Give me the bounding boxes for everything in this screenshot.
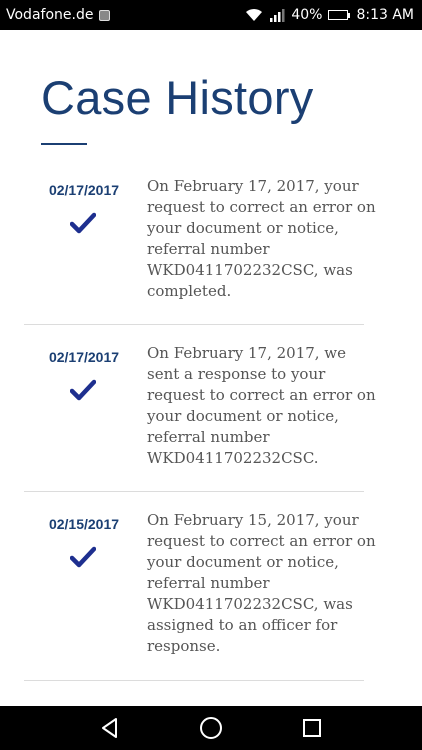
clock: 8:13 AM (356, 7, 414, 23)
battery-percent: 40% (291, 7, 323, 23)
home-icon[interactable] (199, 716, 223, 740)
check-icon (70, 379, 96, 401)
status-bar: Vodafone.de 40% 8:13 AM (0, 0, 422, 30)
recents-icon[interactable] (301, 717, 323, 739)
back-icon[interactable] (99, 717, 121, 739)
entry-description: On February 15, 2017, your request to co… (147, 511, 376, 655)
history-entry: 02/17/2017 On February 17, 2017, your re… (24, 158, 376, 325)
case-history-list: 02/17/2017 On February 17, 2017, your re… (24, 158, 376, 681)
image-notification-icon (99, 9, 111, 21)
history-entry: 02/17/2017 On February 17, 2017, we sent… (24, 325, 376, 492)
signal-icon (270, 9, 285, 22)
page-title: Case History (41, 71, 314, 124)
entry-date: 02/17/2017 (48, 349, 120, 365)
check-icon (70, 546, 96, 568)
entry-description: On February 17, 2017, your request to co… (147, 177, 376, 300)
title-divider (41, 143, 87, 145)
entry-date: 02/17/2017 (48, 182, 120, 198)
navigation-bar (0, 706, 422, 750)
wifi-icon (246, 8, 263, 21)
check-icon (70, 212, 96, 234)
entry-description: On February 17, 2017, we sent a response… (147, 344, 376, 467)
entry-date: 02/15/2017 (48, 516, 120, 532)
battery-icon (328, 10, 351, 20)
history-entry: 02/15/2017 On February 15, 2017, your re… (24, 492, 376, 681)
carrier-name: Vodafone.de (6, 7, 94, 23)
